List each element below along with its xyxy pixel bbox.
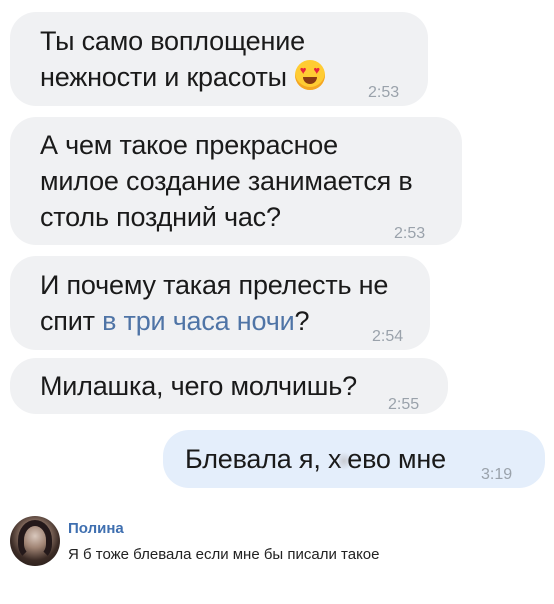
outgoing-message-bubble[interactable]: Блевала я, х ево мне 3:19 <box>163 430 545 488</box>
heart-eyes-emoji-icon: ♥ ♥ <box>294 60 325 90</box>
message-time: 2:54 <box>372 328 404 345</box>
message-bubble[interactable]: И почему такая прелесть не спит в три ча… <box>10 256 430 350</box>
message-time: 2:53 <box>368 84 400 101</box>
message-text: А чем такое прекрасное милое создание за… <box>40 130 413 232</box>
message-time: 2:55 <box>388 396 420 413</box>
message-bubble[interactable]: Милашка, чего молчишь? 2:55 <box>10 358 448 414</box>
message-text: Блевала я, х ево мне <box>185 444 446 474</box>
message-text: И почему такая прелесть не спит в три ча… <box>40 270 389 336</box>
comment-text: Я б тоже блевала если мне бы писали тако… <box>68 546 380 563</box>
comment-author[interactable]: Полина <box>68 520 124 537</box>
comment: Полина Я б тоже блевала если мне бы писа… <box>10 516 550 576</box>
message-bubble[interactable]: Ты само воплощение нежности и красоты ♥ ♥ … <box>10 12 428 106</box>
avatar[interactable] <box>10 516 60 566</box>
message-time: 3:19 <box>481 466 513 483</box>
message-bubble[interactable]: А чем такое прекрасное милое создание за… <box>10 117 462 245</box>
message-time: 2:53 <box>394 225 426 242</box>
message-text: Милашка, чего молчишь? <box>40 371 357 401</box>
highlighted-link[interactable]: в три часа ночи <box>102 306 295 336</box>
message-text: Ты само воплощение нежности и красоты ♥ ♥ <box>40 23 325 95</box>
